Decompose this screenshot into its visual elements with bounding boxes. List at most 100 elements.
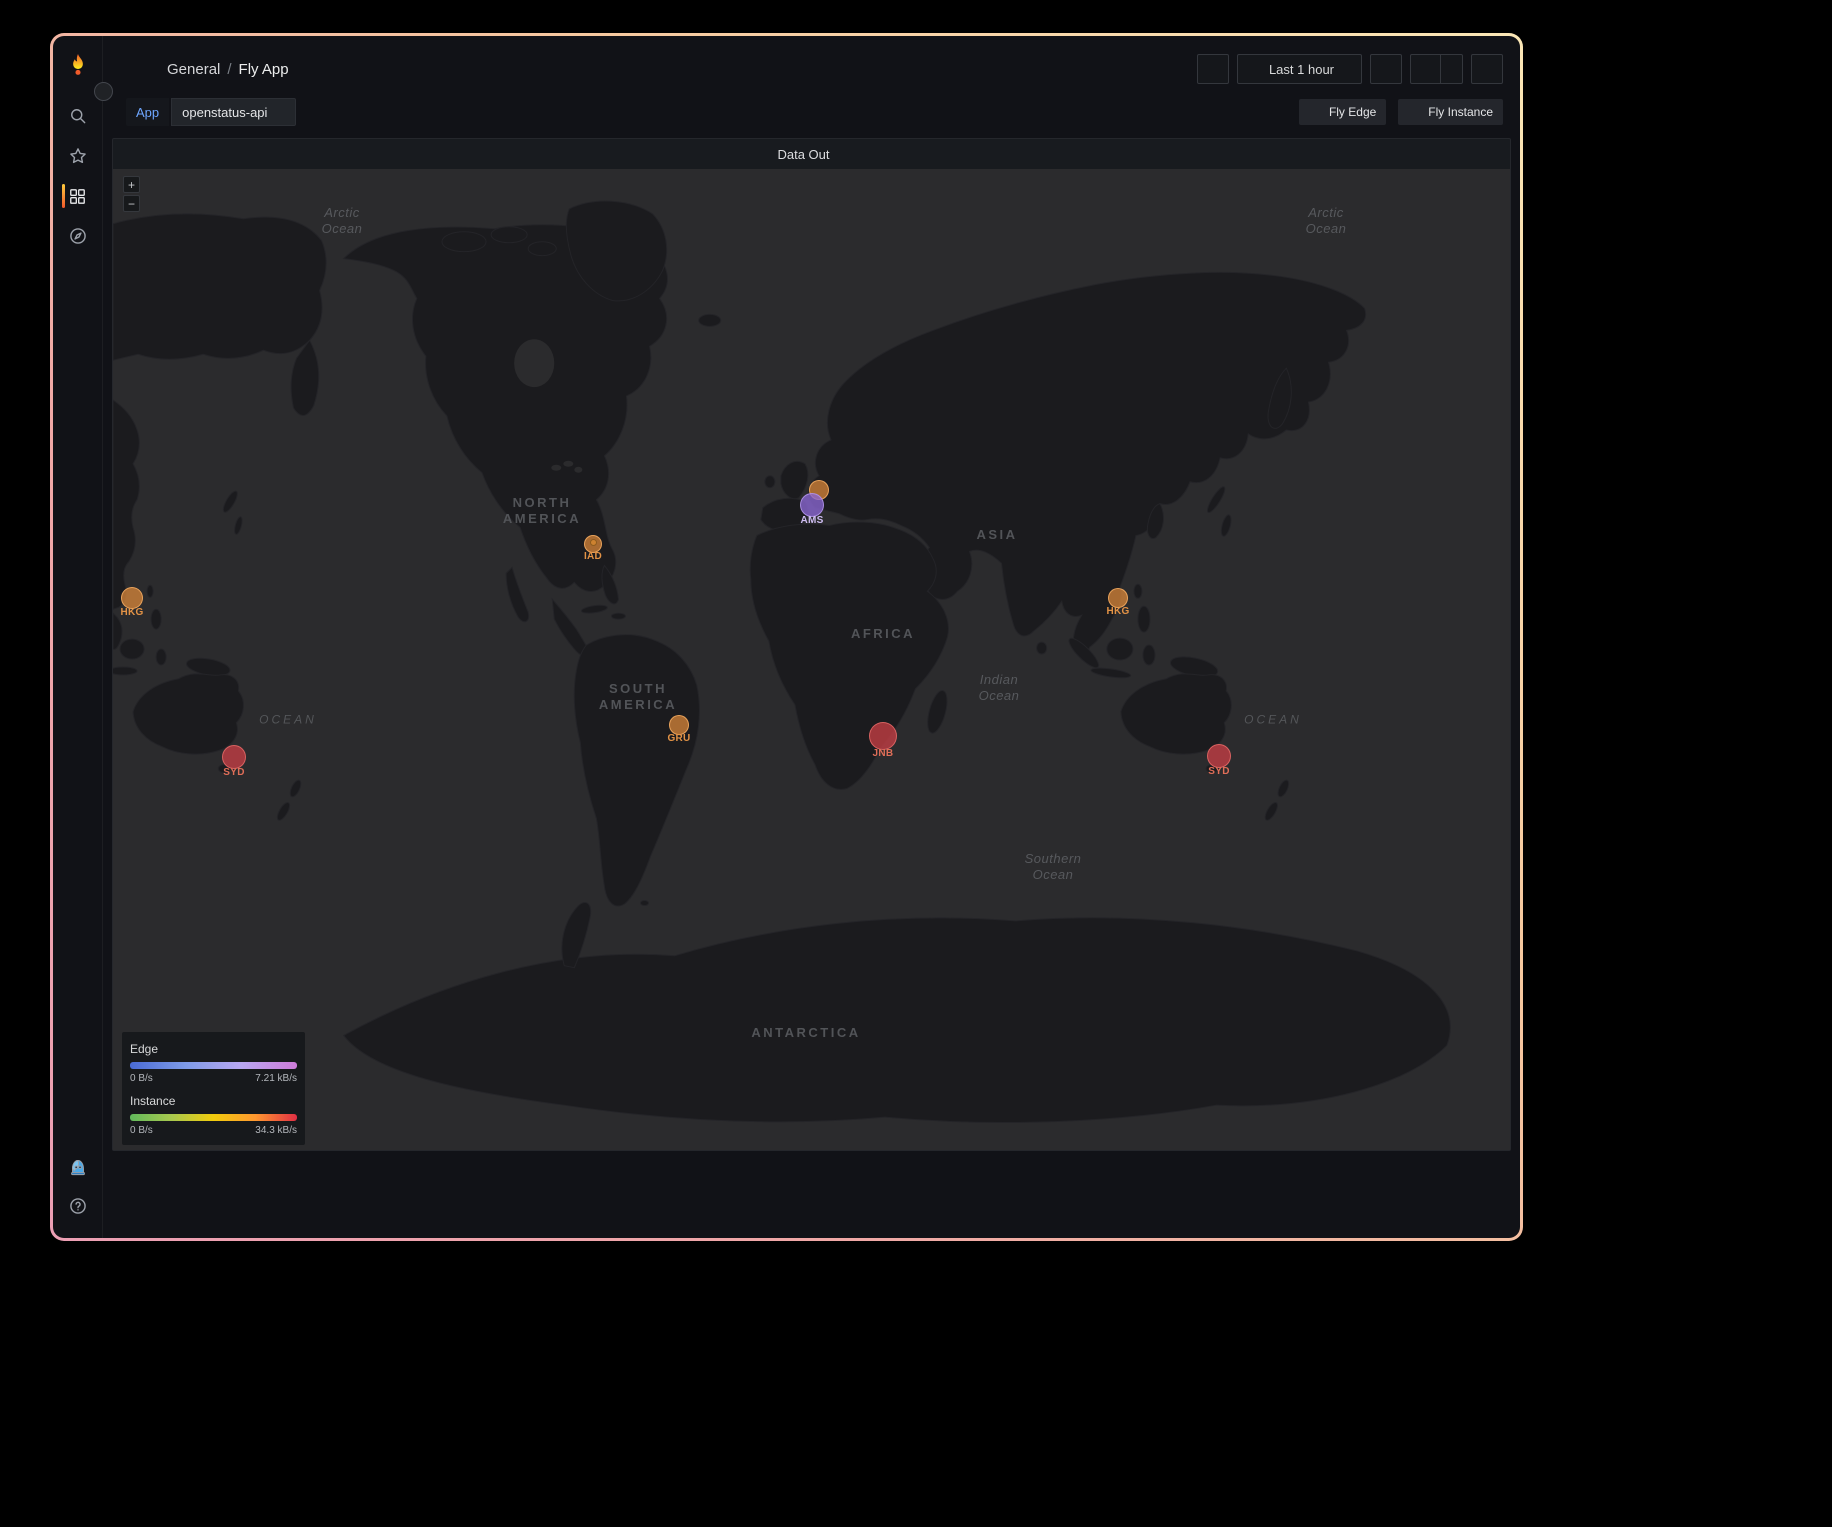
- marker-label: SYD: [1208, 766, 1229, 777]
- star-icon: [68, 146, 88, 166]
- map-zoom-controls: + −: [123, 176, 140, 212]
- edge-legend-max: 7.21 kB/s: [255, 1073, 297, 1084]
- grafana-logo-icon: [66, 51, 90, 78]
- edge-legend-range: 0 B/s 7.21 kB/s: [130, 1073, 297, 1084]
- tv-monitor-icon: [1479, 61, 1495, 77]
- geomap-panel: Data Out: [112, 138, 1511, 1151]
- app-variable-value: openstatus-api: [182, 105, 267, 120]
- grot-assistant-icon: [67, 1155, 89, 1177]
- share-icon: [333, 61, 349, 77]
- fly-instance-link-label: Fly Instance: [1428, 105, 1493, 119]
- sidebar-dashboards-button[interactable]: [53, 176, 103, 216]
- grafana-logo[interactable]: [60, 46, 96, 82]
- marker-label: JNB: [873, 748, 894, 759]
- active-section-indicator: [62, 184, 65, 208]
- instance-legend: Instance 0 B/s 34.3 kB/s: [130, 1094, 297, 1136]
- time-range-picker[interactable]: Last 1 hour: [1237, 54, 1362, 84]
- refresh-icon: [1418, 62, 1433, 77]
- instance-gradient-bar: [130, 1114, 297, 1121]
- sidebar-explore-button[interactable]: [53, 216, 103, 256]
- refresh-button-group: [1410, 54, 1463, 84]
- marker-circle: [669, 715, 689, 735]
- dashboards-grid-icon: [68, 187, 87, 206]
- help-icon: [68, 1196, 88, 1216]
- zoom-out-icon: [1378, 61, 1394, 77]
- sidebar: [53, 36, 103, 1238]
- toolbar-actions: Last 1 hour: [1197, 54, 1503, 84]
- refresh-button[interactable]: [1410, 54, 1441, 84]
- share-dashboard-button[interactable]: [329, 57, 353, 81]
- marker-label: AMS: [800, 515, 823, 526]
- world-map-basemap: [113, 169, 1510, 1150]
- back-arrow-icon: [130, 60, 149, 79]
- favorite-star-icon: [301, 61, 317, 77]
- marker-label: GRU: [667, 733, 690, 744]
- map-zoom-out-button[interactable]: −: [123, 195, 140, 212]
- chevron-right-icon: [99, 87, 108, 96]
- marker-label: SYD: [223, 767, 244, 778]
- grafana-app: General / Fly App: [53, 36, 1520, 1238]
- app-variable: App openstatus-api: [126, 98, 296, 126]
- main-area: General / Fly App: [103, 36, 1520, 1238]
- map-legend: Edge 0 B/s 7.21 kB/s Instance 0 B/s: [122, 1032, 305, 1145]
- sidebar-search-button[interactable]: [53, 96, 103, 136]
- breadcrumb-section[interactable]: General: [167, 61, 220, 78]
- settings-gear-icon: [1205, 61, 1221, 77]
- edge-legend-min: 0 B/s: [130, 1073, 153, 1084]
- marker-inner-dot: [590, 539, 597, 546]
- dashboard-toolbar: General / Fly App: [112, 36, 1511, 92]
- fly-edge-link-label: Fly Edge: [1329, 105, 1376, 119]
- world-map[interactable]: Arctic OceanArctic OceanNORTH AMERICAASI…: [113, 169, 1510, 1150]
- instance-legend-range: 0 B/s 34.3 kB/s: [130, 1125, 297, 1136]
- marker-circle: [800, 493, 824, 517]
- fly-edge-link[interactable]: Fly Edge: [1299, 99, 1386, 125]
- tv-mode-button[interactable]: [1471, 54, 1503, 84]
- dashboard-links: Fly Edge Fly Instance: [1299, 99, 1503, 125]
- caret-down-icon: [1446, 64, 1457, 75]
- panel-header[interactable]: Data Out: [113, 139, 1510, 169]
- edge-legend-title: Edge: [130, 1042, 297, 1056]
- breadcrumb-separator: /: [227, 61, 231, 78]
- panel-title: Data Out: [777, 147, 829, 162]
- caret-down-icon: [275, 107, 285, 117]
- sidebar-starred-button[interactable]: [53, 136, 103, 176]
- grafana-window: General / Fly App: [50, 33, 1523, 1241]
- edge-legend: Edge 0 B/s 7.21 kB/s: [130, 1042, 297, 1084]
- search-icon: [68, 106, 88, 126]
- back-button[interactable]: [126, 56, 153, 83]
- marker-circle: [222, 745, 246, 769]
- favorite-dashboard-button[interactable]: [297, 57, 321, 81]
- dashboard-settings-button[interactable]: [1197, 54, 1229, 84]
- instance-legend-title: Instance: [130, 1094, 297, 1108]
- breadcrumb-page: Fly App: [239, 61, 289, 78]
- breadcrumb: General / Fly App: [167, 61, 289, 78]
- marker-circle: [869, 722, 897, 750]
- marker-circle: [1207, 744, 1231, 768]
- marker-circle: [1108, 588, 1128, 608]
- clock-icon: [1247, 62, 1262, 77]
- explore-compass-icon: [68, 226, 88, 246]
- zoom-out-time-button[interactable]: [1370, 54, 1402, 84]
- instance-legend-max: 34.3 kB/s: [255, 1125, 297, 1136]
- marker-label: IAD: [584, 551, 602, 562]
- dashboard-grid-icon: [1408, 106, 1421, 119]
- screen: { "nav": { "breadcrumb": {"section": "Ge…: [0, 0, 1832, 1527]
- app-variable-select[interactable]: openstatus-api: [171, 98, 296, 126]
- app-variable-label: App: [126, 98, 169, 126]
- map-zoom-in-button[interactable]: +: [123, 176, 140, 193]
- submenu-bar: App openstatus-api Fly Edge: [112, 92, 1511, 130]
- caret-down-icon: [1341, 64, 1352, 75]
- dashboard-grid-icon: [1309, 106, 1322, 119]
- marker-circle: [121, 587, 143, 609]
- sidebar-help-button[interactable]: [53, 1186, 103, 1226]
- sidebar-assistant-button[interactable]: [53, 1146, 103, 1186]
- caret-down-icon: [835, 149, 846, 160]
- edge-gradient-bar: [130, 1062, 297, 1069]
- marker-label: HKG: [1106, 606, 1129, 617]
- refresh-interval-button[interactable]: [1441, 54, 1463, 84]
- instance-legend-min: 0 B/s: [130, 1125, 153, 1136]
- time-range-label: Last 1 hour: [1269, 62, 1334, 77]
- fly-instance-link[interactable]: Fly Instance: [1398, 99, 1503, 125]
- marker-label: HKG: [120, 607, 143, 618]
- sidebar-expand-button[interactable]: [94, 82, 113, 101]
